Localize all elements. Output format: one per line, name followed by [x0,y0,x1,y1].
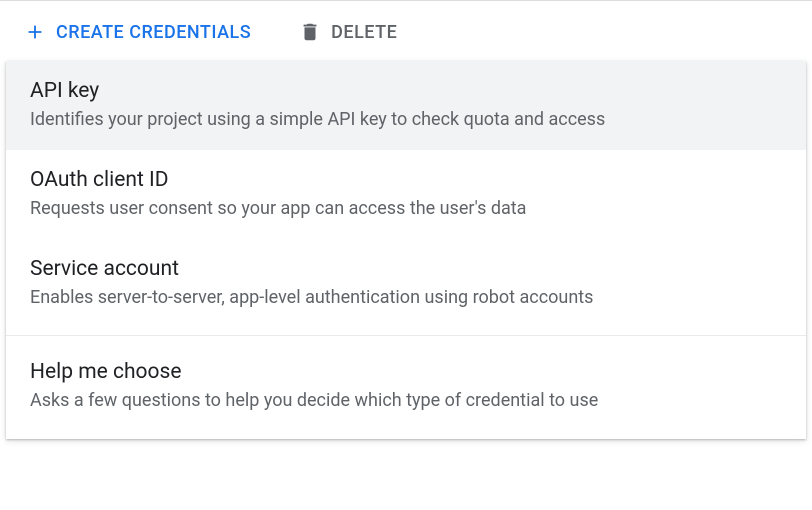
menu-item-description: Enables server-to-server, app-level auth… [30,285,782,310]
delete-button[interactable]: DELETE [299,21,397,43]
menu-item-description: Asks a few questions to help you decide … [30,388,782,413]
menu-item-oauth-client-id[interactable]: OAuth client ID Requests user consent so… [6,150,806,239]
menu-item-api-key[interactable]: API key Identifies your project using a … [6,61,806,150]
menu-item-service-account[interactable]: Service account Enables server-to-server… [6,239,806,328]
trash-icon [299,21,321,43]
menu-item-title: Help me choose [30,360,782,384]
create-credentials-button[interactable]: CREATE CREDENTIALS [24,21,251,43]
create-credentials-label: CREATE CREDENTIALS [56,22,251,43]
toolbar: CREATE CREDENTIALS DELETE [0,1,812,61]
credentials-dropdown: API key Identifies your project using a … [6,61,806,439]
menu-item-title: API key [30,79,782,103]
menu-item-title: Service account [30,257,782,281]
menu-item-description: Requests user consent so your app can ac… [30,196,782,221]
plus-icon [24,21,46,43]
menu-item-description: Identifies your project using a simple A… [30,107,782,132]
divider [6,335,806,336]
delete-label: DELETE [331,22,397,43]
menu-item-help-me-choose[interactable]: Help me choose Asks a few questions to h… [6,342,806,431]
menu-item-title: OAuth client ID [30,168,782,192]
